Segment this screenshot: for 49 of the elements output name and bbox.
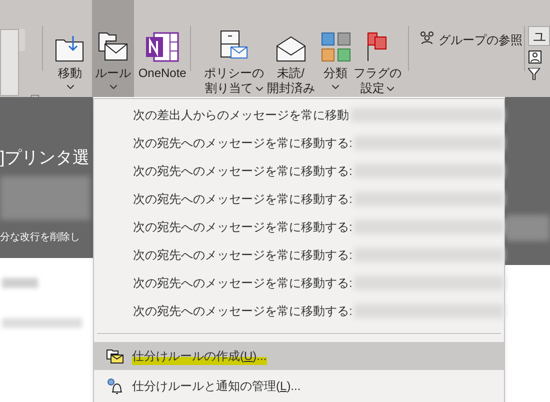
menu-item[interactable]: 次の宛先へのメッセージを常に移動する: (133, 302, 352, 320)
menu-item[interactable]: 次の宛先へのメッセージを常に移動する: (133, 274, 352, 292)
menu-item[interactable]: 仕分けルールと通知の管理(L)... (94, 372, 504, 400)
group-people-icon (419, 31, 436, 45)
gallery-box (0, 29, 19, 96)
menu-item[interactable]: 次の宛先へのメッセージを常に移動する: (133, 218, 352, 236)
caret-icon (332, 85, 340, 89)
ribbon-button[interactable]: 移動 (48, 0, 92, 97)
button-label: 割り当て (205, 81, 254, 96)
group-browse-button[interactable]: グループの参照 (438, 31, 522, 49)
menu-item[interactable]: 次の宛先へのメッセージを常に移動する: (133, 246, 352, 264)
button-label: 分類 (324, 66, 348, 81)
message-subject: ]プリンタ選 (0, 149, 91, 166)
open-envelope-icon (276, 36, 306, 62)
menu-item[interactable]: 次の宛先へのメッセージを常に移動する: (133, 190, 352, 208)
folder-envelope-icon (106, 348, 124, 364)
contact-card-icon (528, 50, 542, 64)
redacted-area (2, 278, 38, 288)
button-label: フラグの (353, 66, 402, 81)
button-label: 設定 (360, 81, 384, 96)
menu-item[interactable]: 次の宛先へのメッセージを常に移動する: (133, 134, 352, 152)
caret-icon (110, 85, 117, 89)
scroll-up-button[interactable] (19, 29, 25, 51)
folder-arrow-icon (55, 36, 86, 62)
menu-item[interactable]: 次の差出人からのメッセージを常に移動 (133, 106, 349, 124)
color-grid-icon (320, 32, 351, 62)
gear-bell-icon (106, 378, 124, 394)
ribbon-button[interactable]: 分類 (316, 0, 354, 97)
folder-envelope-icon (98, 32, 128, 62)
button-label: 移動 (58, 66, 82, 81)
info-line: 分な改行を削除し (0, 230, 81, 245)
onenote-icon (145, 32, 180, 62)
caret-icon (66, 85, 74, 89)
flag-icon (366, 32, 388, 62)
menu-item[interactable]: 次の宛先へのメッセージを常に移動する: (133, 162, 352, 180)
button-label: 開封済み (266, 81, 315, 96)
ribbon-button[interactable]: フラグの 設定 (354, 0, 400, 97)
filter-icon (528, 68, 540, 80)
button-label: OneNote (138, 66, 186, 81)
ribbon-button[interactable]: 未読/ 開封済み (264, 0, 317, 97)
search-field[interactable]: ユ (528, 26, 550, 46)
caret-icon (387, 86, 394, 90)
button-label: ポリシーの (204, 66, 264, 81)
caret-icon (256, 86, 264, 90)
ribbon-button[interactable]: OneNote (134, 0, 190, 97)
button-label: ルール (95, 66, 132, 81)
ribbon-button[interactable]: ルール (92, 0, 134, 97)
ribbon-button[interactable]: ポリシーの 割り当て (203, 0, 265, 97)
button-label: 未読/ (277, 66, 304, 81)
